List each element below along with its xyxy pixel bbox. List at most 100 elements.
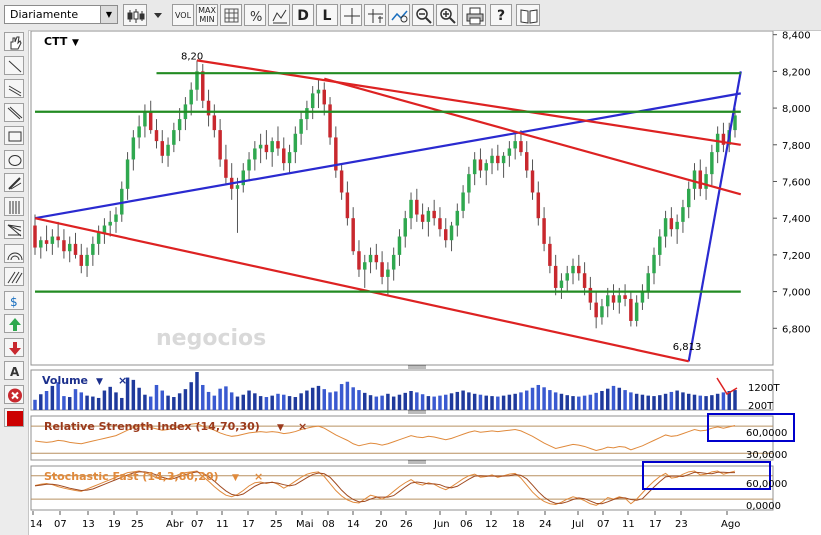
print-button[interactable] <box>462 4 486 26</box>
chart-title-dropdown-icon[interactable]: ▼ <box>72 38 79 48</box>
rsi-tick-60: 60,0000 <box>746 428 787 439</box>
period-select[interactable]: Diariamente ▼ <box>4 5 118 24</box>
period-value: Diariamente <box>10 8 79 21</box>
y-tick-label: 7,000 <box>782 288 811 299</box>
grid-toggle-button[interactable] <box>220 4 242 26</box>
svg-text:$: $ <box>10 295 18 309</box>
panel-splitter-3[interactable] <box>408 460 426 464</box>
cursor-button[interactable] <box>364 4 386 26</box>
candle-body <box>675 221 679 230</box>
tool-buy-arrow-button[interactable] <box>4 314 24 333</box>
volume-bar <box>339 384 344 410</box>
crosshair-button[interactable] <box>340 4 362 26</box>
chart-type-button[interactable] <box>123 4 147 26</box>
rsi-close-icon[interactable]: × <box>298 420 307 433</box>
panel-splitter-1[interactable] <box>408 365 426 369</box>
volume-bar <box>73 389 78 410</box>
tool-arc-button[interactable] <box>4 243 24 263</box>
candle-body <box>91 243 95 255</box>
rsi-tick-30: 30,0000 <box>746 450 787 461</box>
daily-button[interactable]: D <box>292 4 314 26</box>
tool-ray-button[interactable] <box>4 79 24 98</box>
candle-body <box>733 115 737 131</box>
volume-close-icon[interactable]: × <box>118 374 127 387</box>
volume-bar <box>594 392 598 410</box>
volume-bar <box>553 392 558 410</box>
chart-title[interactable]: CTT <box>44 35 68 48</box>
candle-body <box>62 240 66 252</box>
stochastic-title[interactable]: Stochastic Fast (14,3,80,20) <box>44 470 219 483</box>
volume-toggle-button[interactable]: VOL <box>172 4 194 26</box>
candle-body <box>496 155 500 164</box>
maxmin-toggle-button[interactable]: MAX MIN <box>196 4 218 26</box>
stochastic-close-icon[interactable]: × <box>254 470 263 483</box>
candle-body <box>108 221 112 226</box>
volume-dropdown-icon[interactable]: ▼ <box>96 377 103 387</box>
volume-title[interactable]: Volume <box>42 374 88 387</box>
fibonacci-icon <box>9 200 20 214</box>
volume-bar <box>218 388 222 410</box>
x-tick-label: 20 <box>375 519 388 530</box>
candle-body <box>160 141 165 156</box>
volume-bar <box>704 396 708 410</box>
candle-body <box>339 170 344 193</box>
zoom-fit-button[interactable] <box>388 4 410 26</box>
tool-delete-button[interactable] <box>4 384 24 404</box>
volume-bar <box>611 385 616 410</box>
tool-pencil-button[interactable] <box>4 173 24 192</box>
rsi-title[interactable]: Relative Strength Index (14,70,30) <box>44 420 260 433</box>
tool-channel-button[interactable] <box>4 267 24 286</box>
tool-sell-arrow-button[interactable] <box>4 337 24 357</box>
volume-bar <box>108 386 112 410</box>
tool-fan-button[interactable] <box>4 220 24 239</box>
tool-fibonacci-button[interactable] <box>4 196 24 216</box>
chevron-down-icon[interactable]: ▼ <box>100 6 117 23</box>
zoom-chart-icon <box>391 10 408 23</box>
volume-bar <box>472 393 477 410</box>
tool-hand-button[interactable] <box>4 32 24 51</box>
candle-body <box>449 225 454 241</box>
stochastic-dropdown-icon[interactable]: ▼ <box>232 473 239 483</box>
chart-area[interactable]: 6,8007,0007,2007,4007,6007,8008,0008,200… <box>0 0 821 535</box>
candle-body <box>33 225 37 248</box>
tool-text-button[interactable]: A <box>4 361 24 380</box>
tool-color-picker-button[interactable] <box>4 408 24 427</box>
volume-bar <box>368 395 373 410</box>
zoom-out-button[interactable] <box>412 4 434 26</box>
panel-splitter-2[interactable] <box>408 410 426 414</box>
zoom-in-icon <box>440 8 456 24</box>
manual-button[interactable] <box>516 4 540 26</box>
tool-line-button[interactable] <box>4 55 24 75</box>
volume-bar <box>33 399 37 410</box>
volume-bar <box>415 392 419 410</box>
candle-body <box>565 273 569 281</box>
x-tick-label: 17 <box>242 519 255 530</box>
candle-body <box>420 214 425 222</box>
tool-dollar-button[interactable]: $ <box>4 290 24 310</box>
x-tick-label: Mai <box>296 519 314 530</box>
volume-bar <box>571 396 575 410</box>
percent-scale-button[interactable]: % <box>244 4 266 26</box>
candle-body <box>143 111 147 127</box>
volume-bar <box>461 390 465 410</box>
candle-body <box>681 207 685 222</box>
candle-body <box>56 236 60 241</box>
chart-type-dropdown[interactable] <box>149 4 167 26</box>
candle-body <box>241 170 245 186</box>
help-button[interactable]: ? <box>490 4 512 26</box>
linear-button[interactable]: L <box>316 4 338 26</box>
candle-body <box>328 104 332 138</box>
rsi-dropdown-icon[interactable]: ▼ <box>277 423 284 433</box>
candle-body <box>322 89 326 105</box>
volume-bar <box>681 392 685 410</box>
zoom-in-button[interactable] <box>436 4 458 26</box>
volume-bar <box>363 392 367 410</box>
tool-parallel-lines-button[interactable] <box>4 102 24 122</box>
volume-bar <box>426 396 431 410</box>
tool-ellipse-button[interactable] <box>4 149 24 169</box>
candle-body <box>444 229 448 241</box>
volume-bar <box>640 394 645 410</box>
volume-bar <box>646 395 650 410</box>
tool-rectangle-button[interactable] <box>4 126 24 145</box>
compare-button[interactable] <box>268 4 290 26</box>
